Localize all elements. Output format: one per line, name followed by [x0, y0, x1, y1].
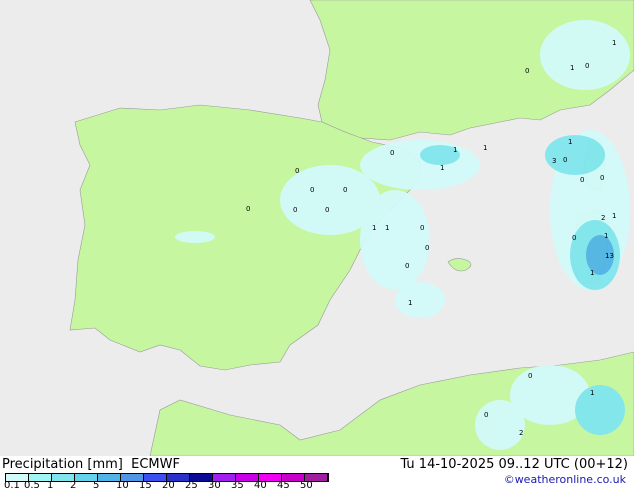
precip-value-label: 0	[293, 206, 297, 214]
precip-value-label: 0	[600, 174, 604, 182]
precip-value-label: 0	[484, 411, 488, 419]
map-title: Precipitation [mm] ECMWF	[2, 457, 180, 472]
precip-value-label: 1	[570, 64, 574, 72]
legend-tick: 15	[139, 480, 152, 490]
valid-time: Tu 14-10-2025 09..12 UTC (00+12)	[400, 457, 628, 472]
legend-tick: 35	[231, 480, 244, 490]
legend-tick: 30	[208, 480, 221, 490]
precip-value-label: 0	[563, 156, 567, 164]
legend-tick: 1	[47, 480, 54, 490]
legend-tick: 2	[70, 480, 77, 490]
precip-value-label: 1	[440, 164, 444, 172]
precip-value-label: 0	[325, 206, 329, 214]
precip-value-label: 0	[246, 205, 250, 213]
precip-value-label: 0	[310, 186, 314, 194]
precip-value-label: 1	[483, 144, 487, 152]
precip-value-label: 1	[590, 389, 594, 397]
precip-value-label: 13	[605, 252, 614, 260]
precip-value-label: 0	[343, 186, 347, 194]
precipitation-map: 000 0001 10 1 1100013 010 011311200 1 010201	[0, 0, 634, 456]
precip-value-label: 2	[601, 214, 605, 222]
footer: Precipitation [mm] ECMWF Tu 14-10-2025 0…	[0, 456, 634, 490]
precip-value-label: 0	[295, 167, 299, 175]
precip-value-label: 2	[519, 429, 523, 437]
legend-tick: 25	[185, 480, 198, 490]
precip-value-label: 0	[585, 62, 589, 70]
precip-value-label: 1	[568, 138, 572, 146]
legend-tick: 10	[116, 480, 129, 490]
legend-tick: 0.5	[24, 480, 40, 490]
precip-value-label: 0	[390, 149, 394, 157]
precip-value-label: 1	[612, 212, 616, 220]
precip-value-label: 0	[580, 176, 584, 184]
precip-value-label: 1	[453, 146, 457, 154]
legend-tick: 45	[277, 480, 290, 490]
precip-value-label: 0	[528, 372, 532, 380]
legend-tick: 40	[254, 480, 267, 490]
precip-value-label: 0	[405, 262, 409, 270]
credit-link[interactable]: ©weatheronline.co.uk	[504, 473, 626, 486]
precip-value-label: 3	[552, 157, 556, 165]
precip-value-label: 0	[420, 224, 424, 232]
legend-tick: 50	[300, 480, 313, 490]
precip-value-label: 1	[408, 299, 412, 307]
precip-value-label: 0	[572, 234, 576, 242]
precip-value-label: 0	[425, 244, 429, 252]
precip-value-label: 1	[612, 39, 616, 47]
precip-value-label: 1	[385, 224, 389, 232]
weather-map-view: 0 0 0 0 0 0 1 1 0 1 1 1 0 0 0 1 3 0 1 0 0 1 13 1 1 2 0 0 1 0 1 0 2 0 1 Pre…	[0, 0, 634, 490]
legend-tick: 20	[162, 480, 175, 490]
precip-value-label: 1	[590, 269, 594, 277]
precip-value-label: 1	[604, 232, 608, 240]
precip-value-label: 1	[372, 224, 376, 232]
legend-tick: 0.1	[4, 480, 20, 490]
precip-value-label: 0	[525, 67, 529, 75]
legend-tick: 5	[93, 480, 100, 490]
legend-ticks: 0.1 0.5 1 2 5 10 15 20 25 30 35 40 45 50	[0, 480, 330, 490]
